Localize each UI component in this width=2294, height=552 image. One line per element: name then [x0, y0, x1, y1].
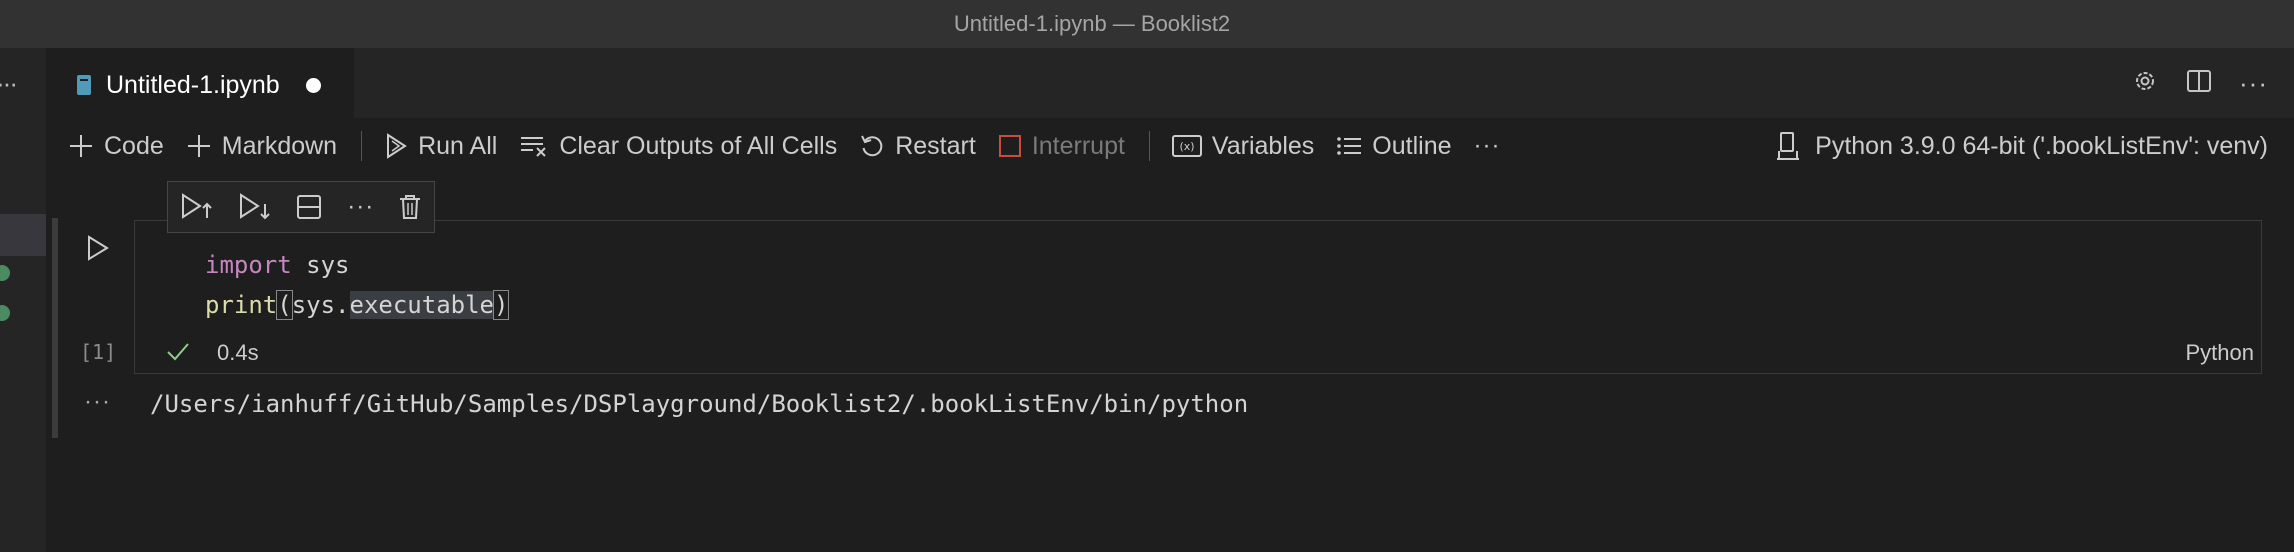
- split-cell-icon[interactable]: [295, 193, 323, 221]
- unsaved-dot-icon[interactable]: [305, 77, 321, 93]
- notebook-icon: [77, 75, 91, 95]
- keyword-token: import: [205, 251, 292, 279]
- clear-all-icon: [521, 137, 547, 157]
- kernel-label: Python 3.9.0 64-bit ('.bookListEnv': ven…: [1815, 131, 2268, 160]
- outline-button[interactable]: Outline: [1336, 131, 1452, 161]
- kernel-server-icon: [1777, 132, 1800, 160]
- code-token: sys.: [291, 291, 350, 319]
- more-cell-actions-icon[interactable]: ···: [347, 193, 374, 221]
- restart-icon: [861, 135, 883, 157]
- tab-label: Untitled-1.ipynb: [106, 70, 280, 99]
- more-icon: ···: [1473, 132, 1501, 159]
- run-all-icon: [387, 133, 407, 159]
- run-all-button[interactable]: Run All: [384, 132, 497, 161]
- cell-toolbar: ···: [167, 181, 435, 233]
- clear-outputs-button[interactable]: Clear Outputs of All Cells: [519, 132, 837, 161]
- restart-label: Restart: [895, 131, 976, 160]
- bracket-token: ): [492, 290, 510, 320]
- more-actions-icon[interactable]: ···: [2239, 68, 2268, 99]
- code-token: sys: [291, 251, 350, 279]
- variables-label: Variables: [1211, 131, 1315, 160]
- modified-dot-icon: [0, 305, 10, 321]
- output-more-icon[interactable]: ···: [84, 388, 111, 416]
- interrupt-button[interactable]: Interrupt: [998, 132, 1125, 161]
- variables-button[interactable]: (x) Variables: [1171, 131, 1315, 161]
- more-icon[interactable]: ···: [0, 68, 18, 99]
- success-check-icon: [166, 340, 190, 367]
- plus-icon: [187, 135, 210, 157]
- notebook-toolbar: Code Markdown Run All Clear Outputs of A…: [46, 118, 2294, 174]
- code-content[interactable]: import sys print(sys.executable): [205, 245, 510, 325]
- add-code-cell-button[interactable]: Code: [68, 132, 164, 161]
- bracket-token: (: [276, 290, 293, 320]
- restart-button[interactable]: Restart: [859, 132, 976, 161]
- gear-icon[interactable]: [2131, 67, 2159, 100]
- highlighted-token: executable: [349, 291, 494, 319]
- code-line-2: print(sys.executable): [205, 285, 510, 325]
- markdown-label: Markdown: [221, 131, 338, 160]
- run-above-icon[interactable]: [180, 192, 214, 222]
- plus-icon: [70, 135, 92, 157]
- cell-focus-indicator: [52, 218, 58, 438]
- list-icon: [1337, 137, 1362, 155]
- selected-item-indicator: [0, 214, 46, 256]
- modified-dot-icon: [0, 265, 10, 281]
- cell-output: /Users/ianhuff/GitHub/Samples/DSPlaygrou…: [150, 390, 1249, 418]
- code-cell-editor[interactable]: import sys print(sys.executable): [134, 220, 2262, 374]
- window-title: Untitled-1.ipynb — Booklist2: [953, 11, 1231, 36]
- toolbar-divider: [361, 131, 363, 161]
- code-line-1: import sys: [205, 245, 508, 285]
- outline-label: Outline: [1372, 131, 1452, 160]
- function-token: print: [205, 291, 278, 319]
- interrupt-label: Interrupt: [1031, 131, 1125, 160]
- svg-text:(x): (x): [1179, 140, 1194, 153]
- more-toolbar-button[interactable]: ···: [1474, 132, 1501, 160]
- editor-tab-strip: Untitled-1.ipynb ···: [46, 48, 2294, 120]
- cell-language-button[interactable]: Python: [2186, 340, 2255, 366]
- run-below-icon[interactable]: [238, 192, 272, 222]
- code-label: Code: [104, 131, 164, 160]
- delete-cell-icon[interactable]: [398, 193, 422, 221]
- window-titlebar: Untitled-1.ipynb — Booklist2: [0, 0, 2294, 49]
- kernel-picker[interactable]: Python 3.9.0 64-bit ('.bookListEnv': ven…: [1775, 118, 2268, 174]
- run-cell-button[interactable]: [86, 234, 110, 267]
- clear-outputs-label: Clear Outputs of All Cells: [559, 131, 838, 160]
- execution-duration: 0.4s: [217, 340, 259, 365]
- execution-count: [1]: [80, 340, 117, 364]
- variables-icon: (x): [1171, 135, 1202, 157]
- tab-untitled-notebook[interactable]: Untitled-1.ipynb: [46, 48, 354, 120]
- split-editor-icon[interactable]: [2185, 67, 2213, 100]
- stop-icon: [998, 135, 1021, 157]
- run-all-label: Run All: [418, 131, 498, 160]
- editor-actions: ···: [2131, 48, 2268, 118]
- toolbar-divider: [1148, 131, 1150, 161]
- play-icon: [88, 235, 109, 261]
- side-panel-edge: ···: [0, 48, 46, 552]
- add-markdown-cell-button[interactable]: Markdown: [186, 132, 337, 161]
